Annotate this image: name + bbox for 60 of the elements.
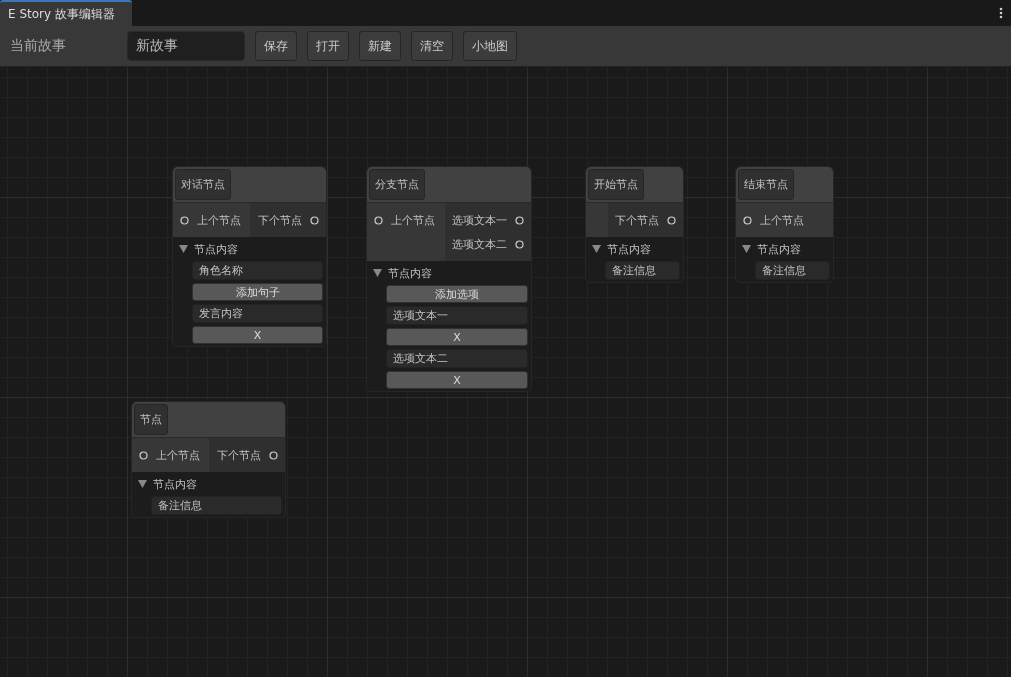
window-tab[interactable]: E Story 故事编辑器 <box>0 0 132 26</box>
port-circle-icon[interactable] <box>269 450 278 460</box>
node-title: 分支节点 <box>369 169 425 200</box>
port-label: 选项文本二 <box>452 236 507 252</box>
text-field[interactable]: 备注信息 <box>151 496 282 515</box>
text-field[interactable]: 备注信息 <box>755 261 830 280</box>
collapse-triangle-icon[interactable] <box>138 480 147 488</box>
port-label: 上个节点 <box>156 447 200 463</box>
node-card[interactable]: 分支节点 上个节点 选项文本一 选项文本二 节点内容 添加选项 选项文本一 X 选项文本二 X <box>366 166 532 392</box>
port-circle-icon[interactable] <box>310 215 319 225</box>
port-label: 选项文本一 <box>452 212 507 228</box>
toolbar-button[interactable]: 保存 <box>255 31 297 61</box>
node-button[interactable]: X <box>192 326 323 344</box>
section-label: 节点内容 <box>607 241 651 257</box>
text-field[interactable]: 角色名称 <box>192 261 323 280</box>
port-label: 下个节点 <box>258 212 302 228</box>
node-card[interactable]: 开始节点 下个节点 节点内容 备注信息 <box>585 166 684 283</box>
toolbar-button[interactable]: 打开 <box>307 31 349 61</box>
text-field[interactable]: 选项文本一 <box>386 306 528 325</box>
section-label: 节点内容 <box>153 476 197 492</box>
port-label: 下个节点 <box>217 447 261 463</box>
section-label: 节点内容 <box>388 265 432 281</box>
port-label: 上个节点 <box>760 212 804 228</box>
toolbar-button[interactable]: 清空 <box>411 31 453 61</box>
node-button[interactable]: X <box>386 328 528 346</box>
node-card[interactable]: 结束节点 上个节点 节点内容 备注信息 <box>735 166 834 283</box>
port-circle-icon[interactable] <box>515 239 524 249</box>
collapse-triangle-icon[interactable] <box>373 269 382 277</box>
node-title: 结束节点 <box>738 169 794 200</box>
node-title: 开始节点 <box>588 169 644 200</box>
node-card[interactable]: 节点 上个节点 下个节点 节点内容 备注信息 <box>131 401 286 518</box>
toolbar-button[interactable]: 小地图 <box>463 31 517 61</box>
port-label: 上个节点 <box>197 212 241 228</box>
input-port-panel <box>586 203 608 237</box>
node-title: 对话节点 <box>175 169 231 200</box>
story-label: 当前故事 <box>10 37 67 55</box>
port-circle-icon[interactable] <box>374 215 383 225</box>
story-name-field[interactable]: 新故事 <box>127 31 245 61</box>
port-circle-icon[interactable] <box>139 450 148 460</box>
node-button[interactable]: 添加句子 <box>192 283 323 301</box>
port-circle-icon[interactable] <box>515 215 524 225</box>
more-options-icon[interactable] <box>999 7 1003 19</box>
node-title: 节点 <box>134 404 168 435</box>
node-card[interactable]: 对话节点 上个节点 下个节点 节点内容 角色名称 添加句子 发言内容 X <box>172 166 327 347</box>
section-label: 节点内容 <box>194 241 238 257</box>
text-field[interactable]: 选项文本二 <box>386 349 528 368</box>
port-circle-icon[interactable] <box>743 215 752 225</box>
toolbar-button[interactable]: 新建 <box>359 31 401 61</box>
port-circle-icon[interactable] <box>667 215 676 225</box>
port-label: 下个节点 <box>615 212 659 228</box>
text-field[interactable]: 发言内容 <box>192 304 323 323</box>
node-button[interactable]: 添加选项 <box>386 285 528 303</box>
port-circle-icon[interactable] <box>180 215 189 225</box>
text-field[interactable]: 备注信息 <box>605 261 680 280</box>
node-button[interactable]: X <box>386 371 528 389</box>
port-label: 上个节点 <box>391 212 435 228</box>
collapse-triangle-icon[interactable] <box>742 245 751 253</box>
collapse-triangle-icon[interactable] <box>179 245 188 253</box>
section-label: 节点内容 <box>757 241 801 257</box>
collapse-triangle-icon[interactable] <box>592 245 601 253</box>
